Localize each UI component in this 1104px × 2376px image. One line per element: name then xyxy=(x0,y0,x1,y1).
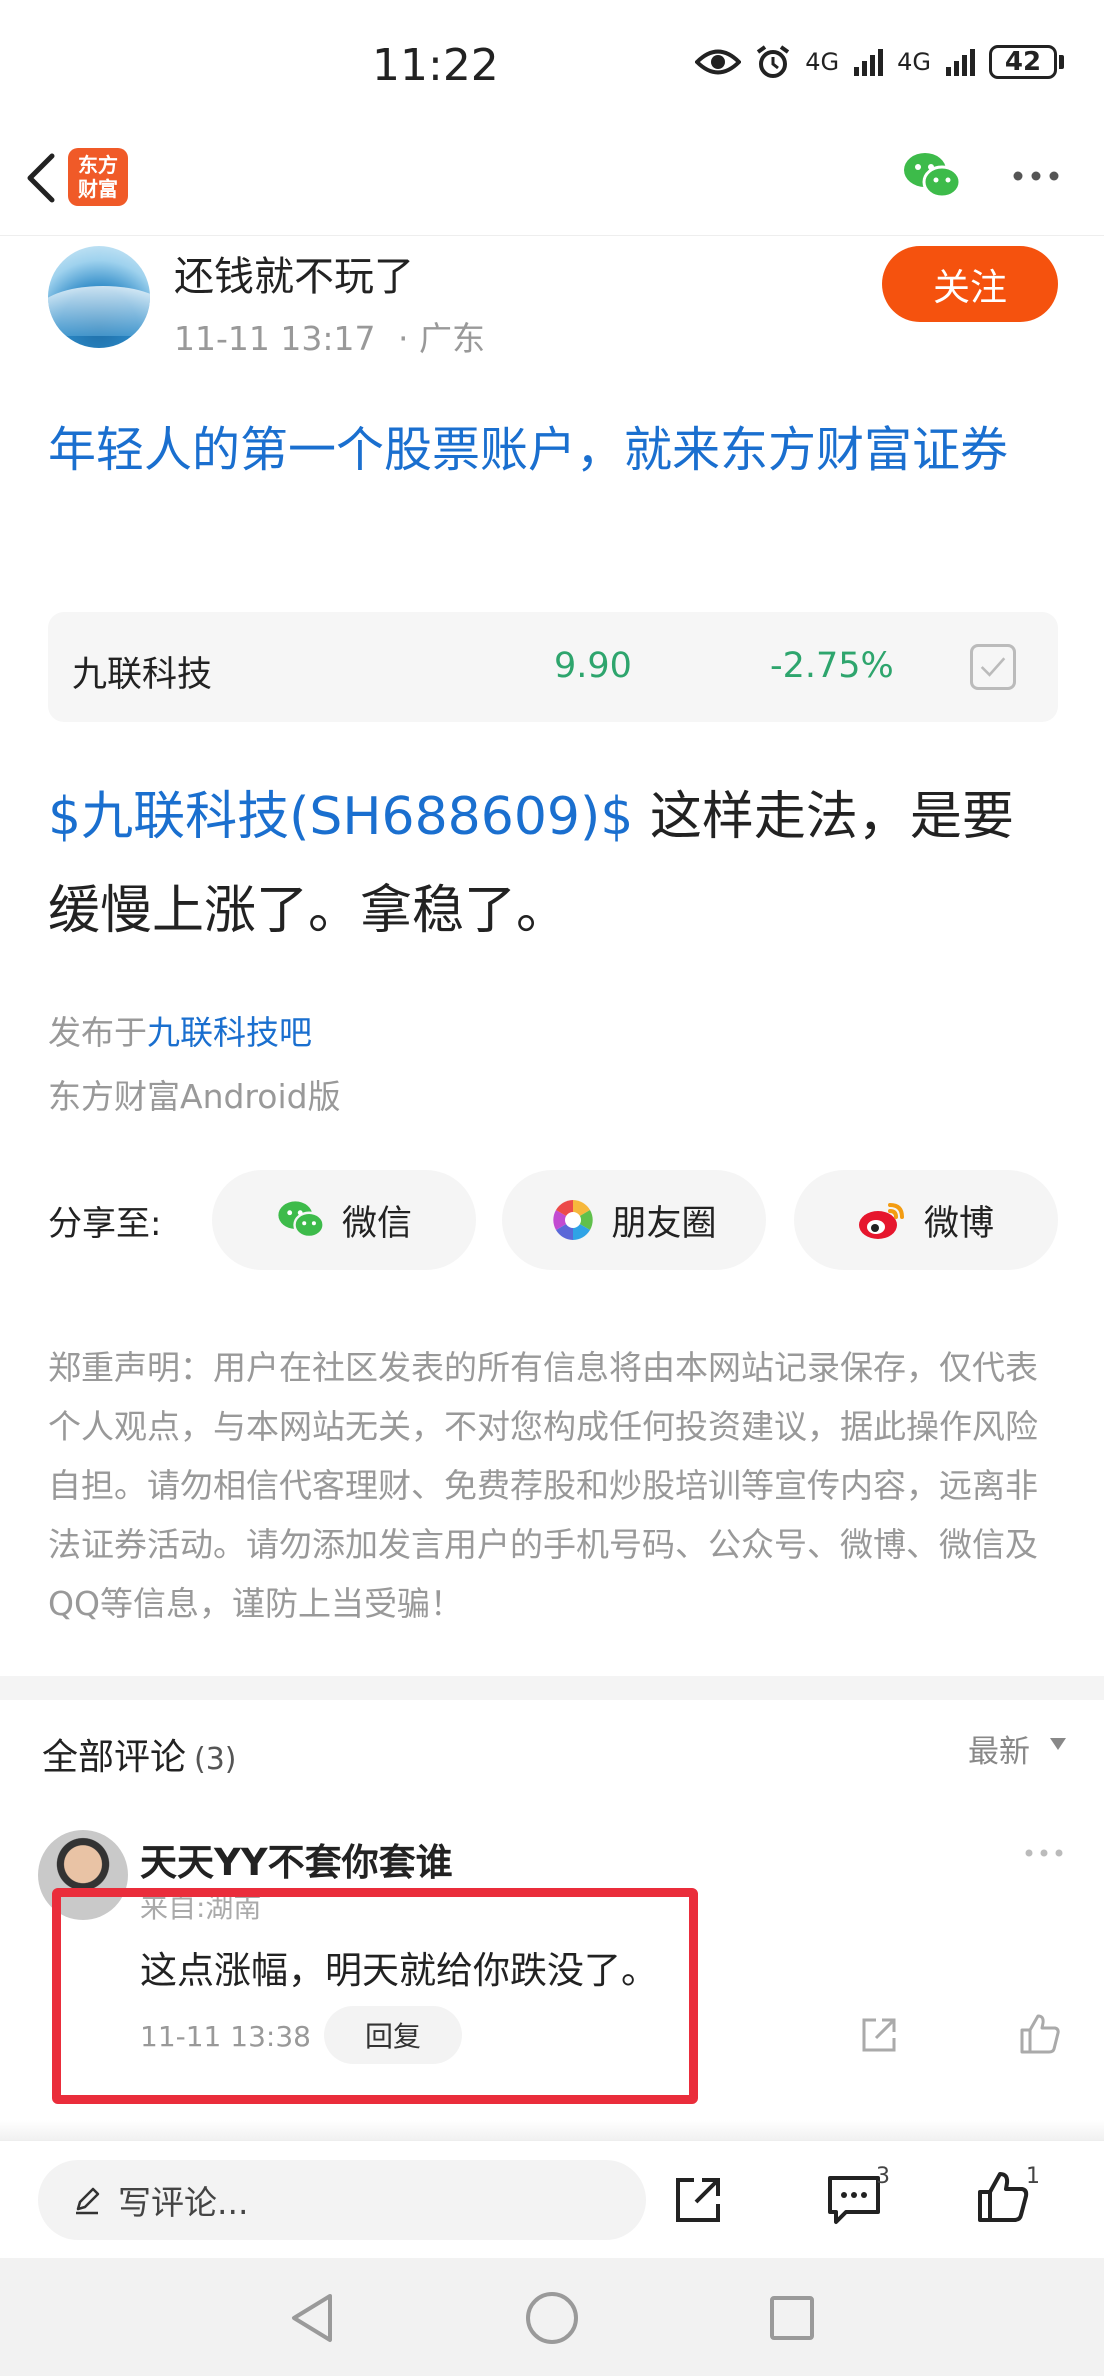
status-icons: 4G 4G 42 xyxy=(695,44,1064,80)
post-content: $九联科技(SH688609)$ 这样走法，是要缓慢上涨了。拿稳了。 xyxy=(48,770,1064,958)
follow-button[interactable]: 关注 xyxy=(882,246,1058,322)
nav-recent-apps-icon[interactable] xyxy=(770,2296,814,2340)
more-options-icon[interactable] xyxy=(1012,170,1060,182)
thumbs-up-icon[interactable] xyxy=(1018,2012,1062,2056)
battery-icon: 42 xyxy=(989,45,1064,79)
author-avatar[interactable] xyxy=(48,246,150,348)
comments-icon[interactable] xyxy=(826,2174,882,2226)
watchlist-check-icon[interactable] xyxy=(970,644,1016,690)
alarm-icon xyxy=(757,45,790,78)
share-weibo-button[interactable]: 微博 xyxy=(794,1170,1058,1270)
caret-down-icon[interactable] xyxy=(1050,1738,1066,1750)
commenter-name[interactable]: 天天YY不套你套谁 xyxy=(140,1832,453,1886)
signal-bars-icon xyxy=(946,49,975,76)
signal-bars-icon xyxy=(854,49,884,76)
stock-card[interactable]: 九联科技 9.90 -2.75% xyxy=(48,612,1058,722)
section-divider xyxy=(0,1676,1104,1700)
moments-icon xyxy=(553,1200,594,1240)
forum-link[interactable]: 九联科技吧 xyxy=(147,1013,312,1052)
pencil-icon xyxy=(76,2187,100,2215)
stock-tag-link[interactable]: $九联科技(SH688609)$ xyxy=(48,787,633,847)
like-count-badge: 1 xyxy=(1026,2164,1040,2189)
write-comment-placeholder: 写评论... xyxy=(118,2183,249,2222)
comment-more-icon[interactable] xyxy=(1024,1848,1064,1858)
share-wechat-label: 微信 xyxy=(341,1203,412,1244)
published-in: 发布于九联科技吧 xyxy=(48,1006,312,1054)
status-time: 11:22 xyxy=(372,40,499,91)
back-arrow-icon[interactable] xyxy=(22,150,62,206)
logo-line-1: 东方 xyxy=(78,153,118,177)
battery-level: 42 xyxy=(989,45,1057,79)
published-prefix: 发布于 xyxy=(48,1013,147,1052)
battery-tip xyxy=(1059,55,1064,69)
post-meta: 11-11 13:17 · 广东 xyxy=(174,312,485,360)
comments-count-badge: 3 xyxy=(876,2164,890,2189)
client-info: 东方财富Android版 xyxy=(48,1077,341,1116)
share-weibo-label: 微博 xyxy=(923,1203,994,1244)
comments-count: (3) xyxy=(194,1742,237,1777)
author-name[interactable]: 还钱就不玩了 xyxy=(174,244,414,302)
share-wechat-button[interactable]: 微信 xyxy=(212,1170,476,1270)
post-time: 11-11 13:17 xyxy=(174,319,376,358)
stock-name: 九联科技 xyxy=(72,655,213,695)
weibo-icon xyxy=(858,1203,904,1239)
comments-title: 全部评论 xyxy=(42,1737,187,1778)
share-label: 分享至: xyxy=(48,1204,162,1244)
stock-price: 9.90 xyxy=(554,646,632,686)
highlight-annotation xyxy=(52,1888,698,2104)
share-icon[interactable] xyxy=(858,2014,900,2056)
comments-header: 全部评论 (3) xyxy=(42,1728,237,1780)
signal-label-2: 4G xyxy=(897,48,931,76)
eye-icon xyxy=(695,49,742,75)
share-icon[interactable] xyxy=(672,2174,724,2226)
disclaimer: 郑重声明：用户在社区发表的所有信息将由本网站记录保存，仅代表个人观点，与本网站无… xyxy=(48,1348,1038,1623)
app-logo: 东方 财富 xyxy=(68,148,128,206)
nav-home-icon[interactable] xyxy=(526,2292,578,2344)
nav-back-icon[interactable] xyxy=(286,2290,338,2346)
next-comment-peek xyxy=(0,2120,1104,2140)
status-bar: 11:22 4G 4G 42 xyxy=(0,0,1104,140)
write-comment-input[interactable]: 写评论... xyxy=(38,2160,646,2240)
thumbs-up-icon[interactable] xyxy=(976,2170,1030,2224)
wechat-icon xyxy=(278,1201,325,1239)
sort-dropdown[interactable]: 最新 xyxy=(968,1726,1030,1771)
signal-label-1: 4G xyxy=(805,48,840,76)
stock-change: -2.75% xyxy=(770,646,894,686)
wechat-share-icon[interactable] xyxy=(902,150,962,202)
share-moments-button[interactable]: 朋友圈 xyxy=(502,1170,766,1270)
share-moments-label: 朋友圈 xyxy=(611,1203,717,1244)
post-title-ad-link[interactable]: 年轻人的第一个股票账户，就来东方财富证券 xyxy=(48,410,1058,490)
logo-line-2: 财富 xyxy=(78,177,118,201)
post-location: · 广东 xyxy=(397,319,485,358)
